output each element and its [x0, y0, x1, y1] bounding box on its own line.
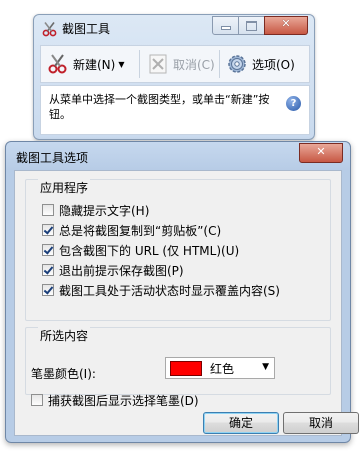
options-label: 选项(O): [252, 57, 295, 72]
dialog-title: 截图工具选项: [16, 151, 89, 165]
ink-color-select[interactable]: 红色 ▼: [165, 357, 275, 379]
options-button[interactable]: 选项(O): [226, 50, 295, 78]
show-ink-option[interactable]: 捕获截图后显示选择笔墨(D): [31, 392, 199, 408]
option-label: 退出前提示保存截图(P): [59, 263, 184, 278]
dialog-close-button[interactable]: ✕: [299, 143, 343, 163]
include-url-option[interactable]: 包含截图下的 URL (仅 HTML)(U): [42, 242, 239, 258]
copy-to-clipboard-option[interactable]: 总是将截图复制到“剪贴板”(C): [42, 222, 221, 238]
maximize-icon: [246, 21, 257, 31]
minimize-button[interactable]: [212, 16, 239, 35]
option-label: 捕获截图后显示选择笔墨(D): [48, 393, 199, 408]
checkbox[interactable]: [31, 394, 43, 406]
scissors-icon: [48, 54, 67, 74]
close-button[interactable]: ✕: [264, 16, 308, 35]
checkbox[interactable]: [42, 264, 54, 276]
option-label: 总是将截图复制到“剪贴板”(C): [59, 223, 222, 238]
checkbox[interactable]: [42, 224, 54, 236]
new-snip-label: 新建(N): [73, 57, 116, 72]
ok-button[interactable]: 确定: [203, 412, 279, 434]
cancel-snip-button[interactable]: 取消(C): [147, 50, 215, 78]
option-label: 隐藏提示文字(H): [59, 203, 150, 218]
application-group: 应用程序 隐藏提示文字(H) 总是将截图复制到“剪贴板”(C) 包含截图下的 U…: [25, 179, 331, 321]
hint-panel: 从菜单中选择一个截图类型，或单击“新建”按钮。 ?: [40, 85, 310, 135]
ink-color-label: 笔墨颜色(I):: [31, 367, 96, 381]
snipping-tool-window: 截图工具 ✕ 新建(N) ▼ 取消(C) 选项(O) 从菜单中选择一个截图类型，…: [33, 14, 315, 140]
ink-color-value: 红色: [210, 361, 235, 376]
close-icon: ✕: [316, 145, 326, 158]
option-label: 截图工具处于活动状态时显示覆盖内容(S): [59, 283, 280, 298]
new-snip-button[interactable]: 新建(N) ▼: [47, 50, 125, 78]
hint-text: 从菜单中选择一个截图类型，或单击“新建”按钮。: [49, 93, 270, 121]
toolbar-separator: [139, 50, 140, 78]
toolbar: 新建(N) ▼ 取消(C) 选项(O): [40, 45, 310, 83]
cancel-icon: [149, 54, 167, 74]
title-bar[interactable]: 截图工具 ✕: [34, 15, 314, 41]
window-title: 截图工具: [62, 22, 111, 36]
gear-icon: [228, 55, 246, 73]
checkbox[interactable]: [42, 244, 54, 256]
option-label: 包含截图下的 URL (仅 HTML)(U): [59, 243, 240, 258]
scissors-icon: [42, 22, 57, 37]
chevron-down-icon[interactable]: ▼: [118, 60, 124, 69]
checkbox[interactable]: [42, 284, 54, 296]
maximize-button[interactable]: [238, 16, 265, 35]
show-overlay-option[interactable]: 截图工具处于活动状态时显示覆盖内容(S): [42, 282, 280, 298]
group-title: 所选内容: [38, 327, 91, 344]
toolbar-separator: [219, 50, 220, 78]
prompt-save-option[interactable]: 退出前提示保存截图(P): [42, 262, 184, 278]
color-swatch: [170, 360, 202, 376]
minimize-icon: [221, 26, 231, 30]
help-icon[interactable]: ?: [286, 96, 301, 111]
group-title: 应用程序: [38, 179, 91, 196]
hide-hint-option[interactable]: 隐藏提示文字(H): [42, 202, 149, 218]
close-icon: ✕: [281, 17, 291, 30]
options-dialog: 截图工具选项 ✕ 应用程序 隐藏提示文字(H) 总是将截图复制到“剪贴板”(C)…: [5, 141, 359, 443]
checkbox[interactable]: [42, 204, 54, 216]
cancel-snip-label: 取消(C): [173, 57, 215, 72]
chevron-down-icon: ▼: [262, 362, 269, 372]
dialog-body: 应用程序 隐藏提示文字(H) 总是将截图复制到“剪贴板”(C) 包含截图下的 U…: [14, 170, 359, 436]
cancel-button[interactable]: 取消: [283, 412, 359, 434]
